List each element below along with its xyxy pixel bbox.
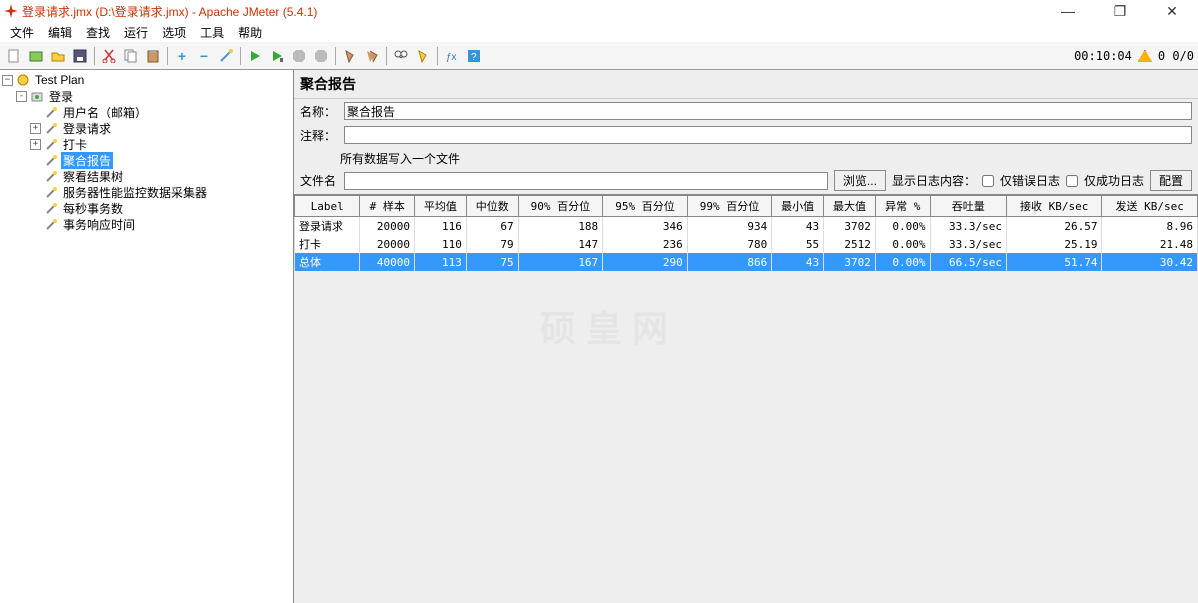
window-titlebar: 登录请求.jmx (D:\登录请求.jmx) - Apache JMeter (… <box>0 0 1198 22</box>
config-button[interactable]: 配置 <box>1150 170 1192 191</box>
cut-icon[interactable] <box>99 46 119 66</box>
table-header[interactable]: 中位数 <box>466 196 518 217</box>
svg-text:ƒx: ƒx <box>446 52 457 63</box>
showlog-label: 显示日志内容： <box>892 172 976 189</box>
open-icon[interactable] <box>48 46 68 66</box>
aggregate-table: Label# 样本平均值中位数90% 百分位95% 百分位99% 百分位最小值最… <box>294 195 1198 271</box>
table-header[interactable]: Label <box>295 196 360 217</box>
err-only-label: 仅错误日志 <box>1000 172 1060 189</box>
menu-options[interactable]: 选项 <box>156 22 192 43</box>
table-row[interactable]: 总体40000113751672908664337020.00%66.5/sec… <box>295 253 1198 271</box>
comment-label: 注释： <box>300 127 338 144</box>
write-all-label: 所有数据写入一个文件 <box>294 147 1198 167</box>
toolbar: + − ƒx ? 00:10:04 0 0/0 <box>0 42 1198 70</box>
help-icon[interactable]: ? <box>464 46 484 66</box>
function-helper-icon[interactable]: ƒx <box>442 46 462 66</box>
err-only-check[interactable] <box>982 175 994 187</box>
tree-node[interactable]: 服务器性能监控数据采集器 <box>2 184 291 200</box>
reset-search-icon[interactable] <box>413 46 433 66</box>
table-header[interactable]: # 样本 <box>360 196 415 217</box>
report-panel: 聚合报告 名称： 注释： 所有数据写入一个文件 文件名 浏览... 显示日志内容… <box>294 70 1198 603</box>
table-header[interactable]: 90% 百分位 <box>518 196 603 217</box>
filename-label: 文件名 <box>300 172 338 189</box>
tree-node[interactable]: -登录 <box>2 88 291 104</box>
new-icon[interactable] <box>4 46 24 66</box>
save-icon[interactable] <box>70 46 90 66</box>
search-icon[interactable] <box>391 46 411 66</box>
table-header[interactable]: 99% 百分位 <box>687 196 772 217</box>
run-icon[interactable] <box>245 46 265 66</box>
success-only-label: 仅成功日志 <box>1084 172 1144 189</box>
tree-node[interactable]: +打卡 <box>2 136 291 152</box>
close-button[interactable]: ✕ <box>1154 3 1190 20</box>
comment-input[interactable] <box>344 126 1192 144</box>
table-header[interactable]: 95% 百分位 <box>603 196 688 217</box>
table-header[interactable]: 平均值 <box>415 196 467 217</box>
table-header[interactable]: 最大值 <box>824 196 876 217</box>
menu-file[interactable]: 文件 <box>4 22 40 43</box>
table-row[interactable]: 打卡20000110791472367805525120.00%33.3/sec… <box>295 235 1198 253</box>
warning-icon[interactable] <box>1138 50 1152 62</box>
menu-bar: 文件 编辑 查找 运行 选项 工具 帮助 <box>0 22 1198 42</box>
tree-node[interactable]: 事务响应时间 <box>2 216 291 232</box>
menu-edit[interactable]: 编辑 <box>42 22 78 43</box>
app-icon <box>4 4 18 18</box>
browse-button[interactable]: 浏览... <box>834 170 886 191</box>
wand-icon[interactable] <box>216 46 236 66</box>
table-row[interactable]: 登录请求20000116671883469344337020.00%33.3/s… <box>295 217 1198 236</box>
filename-input[interactable] <box>344 172 828 190</box>
tree-node[interactable]: 聚合报告 <box>2 152 291 168</box>
paste-icon[interactable] <box>143 46 163 66</box>
window-title: 登录请求.jmx (D:\登录请求.jmx) - Apache JMeter (… <box>22 3 1050 20</box>
templates-icon[interactable] <box>26 46 46 66</box>
tree-node[interactable]: 察看结果树 <box>2 168 291 184</box>
success-only-check[interactable] <box>1066 175 1078 187</box>
remove-icon[interactable]: − <box>194 46 214 66</box>
name-input[interactable] <box>344 102 1192 120</box>
run-counter: 0 0/0 <box>1158 49 1194 63</box>
stop-icon[interactable] <box>289 46 309 66</box>
maximize-button[interactable]: ❐ <box>1102 3 1138 20</box>
name-label: 名称： <box>300 103 338 120</box>
shutdown-icon[interactable] <box>311 46 331 66</box>
tree-panel: − Test Plan -登录用户名（邮箱）+登录请求+打卡聚合报告察看结果树服… <box>0 70 294 603</box>
clear-all-icon[interactable] <box>362 46 382 66</box>
minimize-button[interactable]: — <box>1050 3 1086 20</box>
table-header[interactable]: 发送 KB/sec <box>1102 196 1198 217</box>
run-noTimers-icon[interactable] <box>267 46 287 66</box>
menu-tools[interactable]: 工具 <box>194 22 230 43</box>
table-header[interactable]: 最小值 <box>772 196 824 217</box>
menu-search[interactable]: 查找 <box>80 22 116 43</box>
clear-current-icon[interactable] <box>340 46 360 66</box>
add-icon[interactable]: + <box>172 46 192 66</box>
table-header[interactable]: 异常 % <box>875 196 930 217</box>
svg-text:?: ? <box>471 52 477 63</box>
copy-icon[interactable] <box>121 46 141 66</box>
tree-node[interactable]: +登录请求 <box>2 120 291 136</box>
tree-node[interactable]: 用户名（邮箱） <box>2 104 291 120</box>
menu-help[interactable]: 帮助 <box>232 22 268 43</box>
tree-root[interactable]: − Test Plan <box>2 72 291 88</box>
elapsed-time: 00:10:04 <box>1074 49 1132 63</box>
menu-run[interactable]: 运行 <box>118 22 154 43</box>
table-header[interactable]: 吞吐量 <box>930 196 1006 217</box>
tree-node[interactable]: 每秒事务数 <box>2 200 291 216</box>
table-header[interactable]: 接收 KB/sec <box>1006 196 1101 217</box>
panel-title: 聚合报告 <box>294 70 1198 99</box>
